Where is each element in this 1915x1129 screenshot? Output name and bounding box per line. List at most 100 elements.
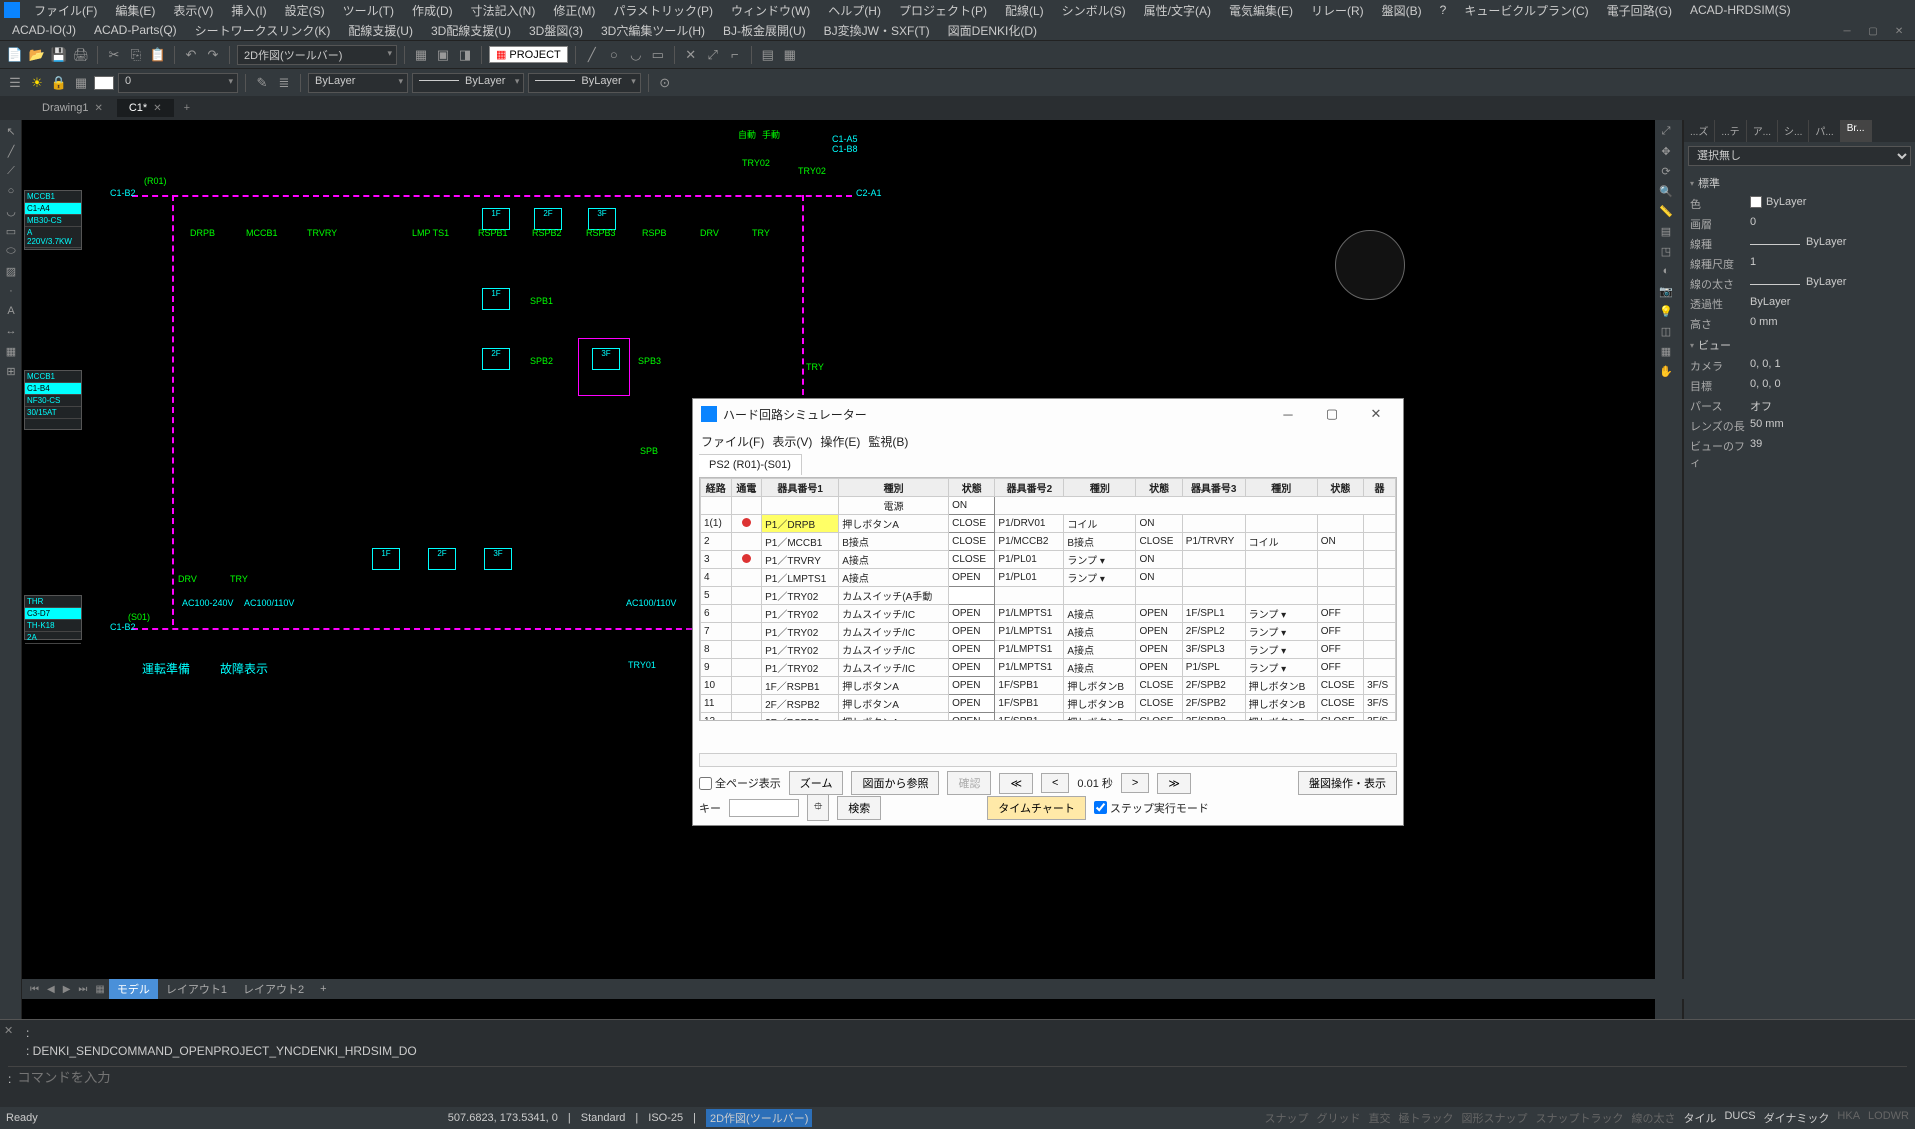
step-first-button[interactable]: ≪ [999, 773, 1033, 794]
sim-minimize-icon[interactable]: ─ [1269, 407, 1307, 422]
ptab-3[interactable]: シ... [1778, 120, 1809, 142]
menu-cubicle[interactable]: キュービクルプラン(C) [1456, 0, 1596, 21]
menu-create[interactable]: 作成(D) [404, 0, 461, 21]
confirm-button[interactable]: 確認 [947, 771, 991, 795]
menu-wiring[interactable]: 配線(L) [997, 0, 1052, 21]
ptab-0[interactable]: ...ズ [1684, 120, 1715, 142]
sim-titlebar[interactable]: ハード回路シミュレーター ─ ▢ ✕ [693, 399, 1403, 429]
new-icon[interactable]: 📄 [6, 46, 24, 64]
redo-icon[interactable]: ↷ [204, 46, 222, 64]
tab-model[interactable]: モデル [109, 979, 158, 999]
close-tab-icon[interactable]: ✕ [153, 103, 161, 114]
sim-close-icon[interactable]: ✕ [1357, 406, 1395, 422]
sim-sheet-tab[interactable]: PS2 (R01)-(S01) [699, 454, 802, 475]
nav-prev-icon[interactable]: ◀ [43, 982, 59, 997]
zoom-win-icon[interactable]: 🔍 [1657, 182, 1675, 200]
layer-mgr-icon[interactable]: ☰ [6, 74, 24, 92]
menu-edit[interactable]: 編集(E) [107, 0, 163, 21]
cmd-close-icon[interactable]: ✕ [4, 1024, 13, 1037]
menu-help[interactable]: ヘルプ(H) [820, 0, 889, 21]
menu-denki[interactable]: 図面DENKI化(D) [940, 20, 1045, 41]
step-last-button[interactable]: ≫ [1157, 773, 1191, 794]
menu-3d-panel[interactable]: 3D盤図(3) [521, 20, 591, 41]
layer-color-swatch[interactable] [94, 76, 114, 90]
block-tool-icon[interactable]: ▦ [2, 342, 20, 360]
menu-view[interactable]: 表示(V) [165, 0, 221, 21]
tool-b[interactable]: ▣ [434, 46, 452, 64]
line-tool-icon[interactable]: ╱ [2, 142, 20, 160]
step-next-button[interactable]: > [1121, 773, 1149, 793]
ptab-1[interactable]: ...テ [1715, 120, 1746, 142]
cursor-icon[interactable]: ↖ [2, 122, 20, 140]
menu-parametric[interactable]: パラメトリック(P) [605, 0, 721, 21]
from-drawing-button[interactable]: 図面から参照 [851, 771, 939, 795]
menu-attr[interactable]: 属性/文字(A) [1136, 0, 1219, 21]
print-icon[interactable]: 🖨 [72, 46, 90, 64]
circle-tool-icon[interactable]: ○ [2, 182, 20, 200]
nav-first-icon[interactable]: ⏮ [26, 982, 43, 997]
ellipse-tool-icon[interactable]: ⬭ [2, 242, 20, 260]
sim-maximize-icon[interactable]: ▢ [1313, 406, 1351, 422]
sim-row[interactable]: 4P1／LMPTS1A接点OPENP1/PL01ランプ ▾ON [701, 569, 1396, 587]
search-button[interactable]: 検索 [837, 796, 881, 820]
tab-layout1[interactable]: レイアウト1 [158, 979, 235, 999]
tool-c[interactable]: ◨ [456, 46, 474, 64]
sim-row[interactable]: 1(1)P1／DRPB押しボタンACLOSEP1/DRV01コイルON [701, 515, 1396, 533]
table-tool-icon[interactable]: ⊞ [2, 362, 20, 380]
circle-icon[interactable]: ○ [605, 46, 623, 64]
section-icon[interactable]: ◫ [1657, 322, 1675, 340]
menu-modify[interactable]: 修正(M) [545, 0, 603, 21]
sim-row[interactable]: 7P1／TRY02カムスイッチ/ICOPENP1/LMPTS1A接点OPEN2F… [701, 623, 1396, 641]
poly-tool-icon[interactable]: ⟋ [2, 162, 20, 180]
menu-sheetworks[interactable]: シートワークスリンク(K) [187, 20, 339, 41]
section-view[interactable]: ビュー [1690, 334, 1909, 356]
menu-settings[interactable]: 設定(S) [277, 0, 333, 21]
line-icon[interactable]: ╱ [583, 46, 601, 64]
menu-project[interactable]: プロジェクト(P) [891, 0, 995, 21]
ptab-5[interactable]: Br... [1841, 120, 1872, 142]
snap-icon[interactable]: ⊙ [656, 74, 674, 92]
prop-icon[interactable]: ≣ [275, 74, 293, 92]
status-toolbar[interactable]: 2D作図(ツールバー) [706, 1109, 812, 1127]
menu-wiring-sup[interactable]: 配線支援(U) [340, 20, 421, 41]
hand-icon[interactable]: ✋ [1657, 362, 1675, 380]
step-prev-button[interactable]: < [1041, 773, 1069, 793]
orbit-icon[interactable]: ⟳ [1657, 162, 1675, 180]
undo-icon[interactable]: ↶ [182, 46, 200, 64]
zoom-button[interactable]: ズーム [789, 771, 844, 795]
menu-ecircuit[interactable]: 電子回路(G) [1599, 0, 1680, 21]
sim-row[interactable]: 101F／RSPB1押しボタンAOPEN1F/SPB1押しボタンBCLOSE2F… [701, 677, 1396, 695]
sim-menu-mon[interactable]: 監視(B) [868, 433, 908, 450]
sim-row[interactable]: 6P1／TRY02カムスイッチ/ICOPENP1/LMPTS1A接点OPEN1F… [701, 605, 1396, 623]
camera-icon[interactable]: 📷 [1657, 282, 1675, 300]
menu-acad-parts[interactable]: ACAD-Parts(Q) [86, 21, 185, 39]
tab-drawing1[interactable]: Drawing1✕ [30, 99, 115, 117]
block-icon[interactable]: ▦ [781, 46, 799, 64]
maximize-icon[interactable]: ▢ [1861, 23, 1885, 39]
ptab-4[interactable]: パ... [1809, 120, 1840, 142]
save-icon[interactable]: 💾 [50, 46, 68, 64]
open-icon[interactable]: 📂 [28, 46, 46, 64]
menu-dim[interactable]: 寸法記入(N) [463, 0, 544, 21]
sim-row[interactable]: 8P1／TRY02カムスイッチ/ICOPENP1/LMPTS1A接点OPEN3F… [701, 641, 1396, 659]
layer-lock-icon[interactable]: 🔒 [50, 74, 68, 92]
menu-panel[interactable]: 盤図(B) [1374, 0, 1430, 21]
pan-icon[interactable]: ✥ [1657, 142, 1675, 160]
panel-ops-button[interactable]: 盤図操作・表示 [1298, 771, 1397, 795]
menu-symbol[interactable]: シンボル(S) [1054, 0, 1134, 21]
menu-bj-sheet[interactable]: BJ-板金展開(U) [715, 20, 814, 41]
toolbar-combo[interactable]: 2D作図(ツールバー) [237, 45, 397, 65]
menu-file[interactable]: ファイル(F) [26, 0, 105, 21]
key-input[interactable] [729, 799, 799, 817]
rect-icon[interactable]: ▭ [649, 46, 667, 64]
menu-tool[interactable]: ツール(T) [335, 0, 402, 21]
point-tool-icon[interactable]: · [2, 282, 20, 300]
sim-menu-file[interactable]: ファイル(F) [701, 433, 764, 450]
section-standard[interactable]: 標準 [1690, 172, 1909, 194]
ucs-icon[interactable]: ◳ [1657, 242, 1675, 260]
sim-row[interactable]: 9P1／TRY02カムスイッチ/ICOPENP1/LMPTS1A接点OPENP1… [701, 659, 1396, 677]
ptab-2[interactable]: ア... [1747, 120, 1778, 142]
tab-add[interactable]: + [312, 981, 334, 997]
command-input[interactable] [17, 1071, 1907, 1086]
sim-menu-op[interactable]: 操作(E) [820, 433, 860, 450]
